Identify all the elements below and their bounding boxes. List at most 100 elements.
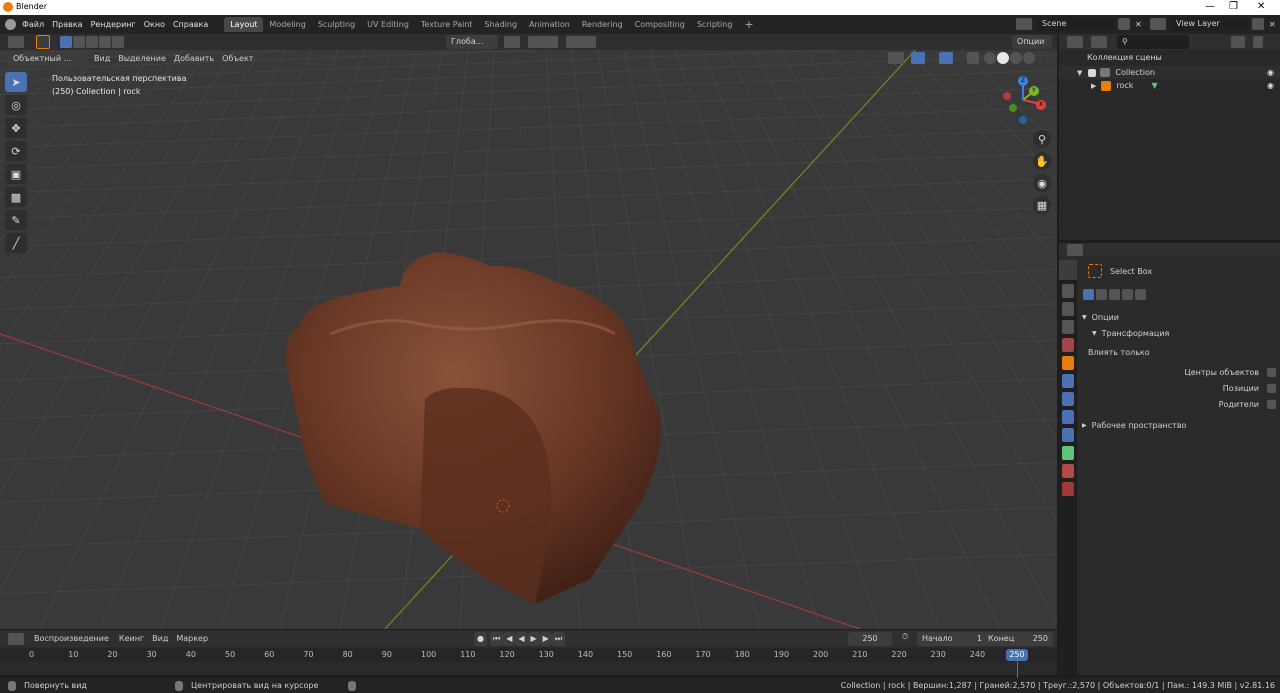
- measure-tool-icon[interactable]: ╱: [5, 233, 27, 253]
- tab-render-icon[interactable]: [1062, 284, 1074, 298]
- view-layer-icon[interactable]: [1150, 18, 1166, 30]
- record-icon[interactable]: ●: [474, 632, 487, 646]
- menu-keying[interactable]: Кеинг: [119, 634, 144, 643]
- tab-constraints-icon[interactable]: [1062, 428, 1074, 442]
- filter-icon[interactable]: [1231, 36, 1245, 48]
- tab-tool-icon[interactable]: [1059, 260, 1077, 280]
- move-tool-icon[interactable]: ✥: [5, 118, 27, 138]
- delete-scene-icon[interactable]: ✕: [1135, 20, 1142, 29]
- current-frame-field[interactable]: 250: [848, 632, 892, 646]
- menu-playback[interactable]: Воспроизведение: [34, 634, 109, 643]
- menu-file[interactable]: Файл: [22, 20, 44, 29]
- timeline-ruler[interactable]: 0 10 20 30 40 50 60 70 80 90 100 110 120 130 140 150 160…: [0, 648, 1057, 662]
- transform-panel-header[interactable]: ▼ Трансформация: [1082, 326, 1276, 340]
- select-invert-icon[interactable]: [99, 36, 111, 48]
- overlay-toggle-icon[interactable]: [939, 52, 953, 64]
- restore-icon[interactable]: ❐: [1229, 1, 1238, 12]
- proportional-edit-icon[interactable]: [566, 36, 596, 48]
- delete-view-layer-icon[interactable]: ✕: [1269, 20, 1276, 29]
- mode-invert-icon[interactable]: [1122, 289, 1133, 300]
- tab-rendering[interactable]: Rendering: [576, 17, 629, 32]
- menu-object[interactable]: Объект: [222, 54, 253, 63]
- stopwatch-icon[interactable]: ⏱: [902, 632, 908, 642]
- start-frame-field[interactable]: Начало 1: [917, 632, 987, 646]
- mode-new-icon[interactable]: [1083, 289, 1094, 300]
- minimize-icon[interactable]: —: [1205, 1, 1215, 12]
- eye-icon[interactable]: ◉: [1267, 68, 1274, 77]
- tab-layout[interactable]: Layout: [224, 17, 264, 32]
- gizmo-toggle-icon[interactable]: [911, 52, 925, 64]
- select-tool-icon[interactable]: [36, 35, 50, 49]
- options-dropdown[interactable]: Опции: [1012, 35, 1052, 49]
- new-view-layer-icon[interactable]: [1252, 18, 1264, 30]
- select-subtract-icon[interactable]: [86, 36, 98, 48]
- display-mode-icon[interactable]: [1091, 36, 1107, 48]
- tab-compositing[interactable]: Compositing: [629, 17, 691, 32]
- prev-keyframe-icon[interactable]: ◀: [503, 632, 516, 646]
- next-keyframe-icon[interactable]: ▶: [539, 632, 552, 646]
- perspective-grid-icon[interactable]: ▦: [1033, 196, 1051, 214]
- tab-output-icon[interactable]: [1062, 302, 1074, 316]
- tab-physics-icon[interactable]: [1062, 410, 1074, 424]
- outliner-item-rock[interactable]: ▶ rock ▼ ◉: [1059, 79, 1280, 92]
- blender-menu-icon[interactable]: [5, 19, 16, 30]
- scale-tool-icon[interactable]: ▣: [5, 164, 27, 184]
- tab-animation[interactable]: Animation: [523, 17, 576, 32]
- menu-help[interactable]: Справка: [173, 20, 208, 29]
- checkbox-icon[interactable]: [1088, 68, 1097, 77]
- tab-view-layer-icon[interactable]: [1062, 320, 1074, 334]
- mode-dropdown[interactable]: Объектный ...: [8, 51, 86, 66]
- menu-marker[interactable]: Маркер: [176, 634, 208, 643]
- outliner-search-input[interactable]: ⚲: [1117, 35, 1189, 49]
- scene-icon[interactable]: [1016, 18, 1032, 30]
- rendered-shading-icon[interactable]: [1023, 52, 1035, 64]
- 3d-viewport[interactable]: [0, 34, 1057, 629]
- tab-data-icon[interactable]: [1062, 446, 1074, 460]
- checkbox-row-origins[interactable]: Центры объектов: [1082, 364, 1276, 380]
- new-scene-icon[interactable]: [1118, 18, 1130, 30]
- checkbox-row-parents[interactable]: Родители: [1082, 396, 1276, 412]
- tab-uv-editing[interactable]: UV Editing: [361, 17, 415, 32]
- tab-sculpting[interactable]: Sculpting: [312, 17, 361, 32]
- select-intersect-icon[interactable]: [112, 36, 124, 48]
- wireframe-shading-icon[interactable]: [984, 52, 996, 64]
- expand-icon[interactable]: ▶: [1091, 82, 1096, 90]
- xray-icon[interactable]: [967, 52, 979, 64]
- checkbox-icon[interactable]: [1267, 367, 1276, 377]
- workspace-panel-header[interactable]: ▶ Рабочее пространство: [1082, 418, 1276, 432]
- timeline-editor-icon[interactable]: [8, 632, 24, 645]
- menu-view[interactable]: Вид: [94, 54, 110, 63]
- editor-type-icon[interactable]: [8, 36, 24, 48]
- properties-editor-icon[interactable]: [1067, 244, 1083, 256]
- snap-icon[interactable]: [528, 36, 558, 48]
- play-reverse-icon[interactable]: ◀: [515, 632, 528, 646]
- eye-icon[interactable]: ◉: [1267, 81, 1274, 90]
- tab-modeling[interactable]: Modeling: [263, 17, 311, 32]
- select-extend-icon[interactable]: [73, 36, 85, 48]
- options-panel-header[interactable]: ▼ Опции: [1082, 310, 1276, 324]
- visibility-icon[interactable]: [888, 52, 904, 64]
- select-new-icon[interactable]: [60, 36, 72, 48]
- mode-subtract-icon[interactable]: [1109, 289, 1120, 300]
- orientation-dropdown[interactable]: Глоба...: [446, 35, 498, 49]
- tab-scene-icon[interactable]: [1062, 338, 1074, 352]
- checkbox-icon[interactable]: [1267, 399, 1276, 409]
- cursor-tool-icon[interactable]: ◎: [5, 95, 27, 115]
- new-collection-icon[interactable]: [1253, 36, 1263, 48]
- tab-object-icon[interactable]: [1062, 356, 1074, 370]
- menu-edit[interactable]: Правка: [52, 20, 82, 29]
- close-icon[interactable]: ✕: [1257, 1, 1265, 12]
- outliner-item-collection[interactable]: ▼ Collection ◉: [1059, 66, 1280, 79]
- transform-tool-icon[interactable]: ▩: [5, 187, 27, 207]
- material-shading-icon[interactable]: [1010, 52, 1022, 64]
- jump-end-icon[interactable]: ⏭: [551, 632, 566, 646]
- pan-hand-icon[interactable]: ✋: [1033, 152, 1051, 170]
- menu-timeline-view[interactable]: Вид: [152, 634, 168, 643]
- solid-shading-icon[interactable]: [997, 52, 1009, 64]
- outliner-editor-icon[interactable]: [1067, 36, 1083, 48]
- play-icon[interactable]: ▶: [527, 632, 540, 646]
- mode-intersect-icon[interactable]: [1135, 289, 1146, 300]
- tab-material-icon[interactable]: [1062, 464, 1074, 478]
- menu-window[interactable]: Окно: [144, 20, 165, 29]
- rotate-tool-icon[interactable]: ⟳: [5, 141, 27, 161]
